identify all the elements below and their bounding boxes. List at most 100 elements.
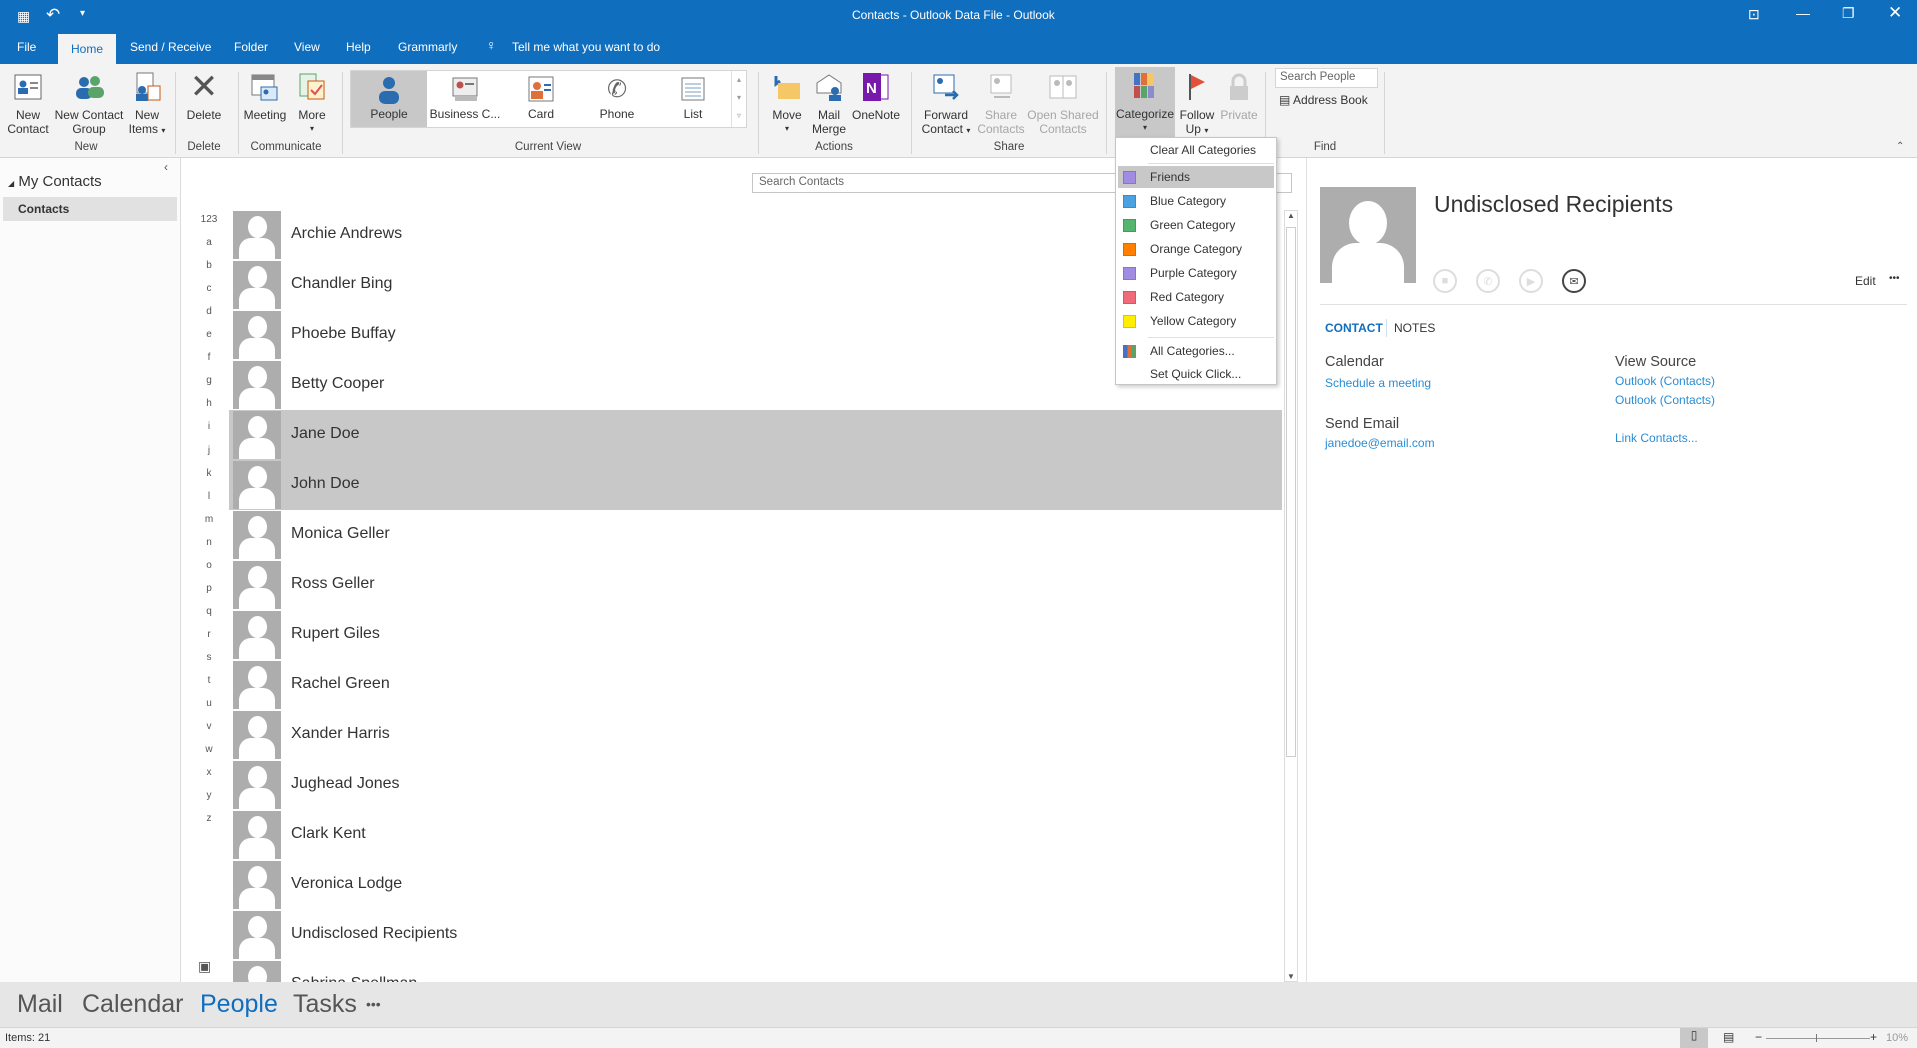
contact-name: Rachel Green [291, 675, 390, 692]
contact-name: Xander Harris [291, 725, 390, 742]
avatar [233, 911, 281, 959]
menu-item-clear-all-categories[interactable]: Clear All Categories [1118, 139, 1274, 161]
label: Blue Category [1150, 194, 1227, 208]
nav-people[interactable]: People [200, 990, 278, 1019]
contact-row[interactable]: Rachel Green [229, 660, 1282, 710]
contact-row[interactable]: Veronica Lodge [229, 860, 1282, 910]
im-icon[interactable]: ■ [1433, 269, 1457, 293]
zoom-level[interactable]: 10% [1886, 1032, 1908, 1044]
zoom-out-button[interactable]: − [1755, 1030, 1762, 1044]
tab-notes[interactable]: NOTES [1394, 321, 1435, 335]
contact-row[interactable]: Sabrina Spellman [229, 960, 1282, 982]
more-options-button[interactable]: ••• [1889, 273, 1900, 284]
contact-row[interactable]: Xander Harris [229, 710, 1282, 760]
email-icon[interactable]: ✉ [1562, 269, 1586, 293]
category-color-swatch [1123, 195, 1136, 208]
address-book-online-icon[interactable]: ▣ [198, 958, 211, 975]
contact-row[interactable]: Clark Kent [229, 810, 1282, 860]
zoom-slider-handle[interactable] [1816, 1034, 1817, 1042]
menu-item-all-categories[interactable]: All Categories... [1118, 340, 1274, 362]
nav-calendar[interactable]: Calendar [82, 990, 183, 1019]
nav-more-button[interactable]: ••• [366, 996, 381, 1012]
contact-row[interactable]: Rupert Giles [229, 610, 1282, 660]
email-link[interactable]: janedoe@email.com [1325, 436, 1435, 450]
contact-photo [1320, 187, 1416, 283]
avatar [233, 411, 281, 459]
restore-icon[interactable]: ❐ [1842, 5, 1855, 22]
call-icon[interactable]: ✆ [1476, 269, 1500, 293]
label: Yellow Category [1150, 314, 1237, 328]
source-link[interactable]: Outlook (Contacts) [1615, 374, 1715, 388]
divider [1148, 337, 1274, 338]
contact-row[interactable]: Jane Doe [229, 410, 1282, 460]
contact-name: John Doe [291, 475, 360, 492]
avatar [233, 311, 281, 359]
contact-row[interactable]: Monica Geller [229, 510, 1282, 560]
menu-item-category[interactable]: Orange Category [1118, 238, 1274, 260]
source-link[interactable]: Outlook (Contacts) [1615, 393, 1715, 407]
video-icon[interactable]: ▶ [1519, 269, 1543, 293]
label: Red Category [1150, 290, 1225, 304]
contact-name: Jughead Jones [291, 775, 400, 792]
avatar [233, 561, 281, 609]
contact-row[interactable]: John Doe [229, 460, 1282, 510]
normal-view-icon[interactable]: ▯ [1680, 1028, 1708, 1048]
collapse-ribbon-icon[interactable]: ⌃ [1896, 141, 1904, 152]
navigation-bar: Mail Calendar People Tasks ••• [0, 982, 1917, 1027]
menu-item-category[interactable]: Purple Category [1118, 262, 1274, 284]
ribbon-display-options-icon[interactable]: ⊡ [1748, 6, 1760, 23]
contact-list-scrollbar[interactable]: ▲ ▼ [1284, 210, 1298, 982]
status-bar: Items: 21 ▯ ▤ − + 10% [0, 1027, 1917, 1048]
tab-contact[interactable]: CONTACT [1325, 321, 1383, 335]
contact-row[interactable]: Jughead Jones [229, 760, 1282, 810]
avatar [233, 961, 281, 982]
avatar [233, 811, 281, 859]
label: All Categories... [1150, 344, 1235, 358]
contact-name: Monica Geller [291, 525, 390, 542]
link-contacts-link[interactable]: Link Contacts... [1615, 431, 1698, 445]
divider [1384, 72, 1385, 154]
zoom-in-button[interactable]: + [1870, 1030, 1877, 1044]
contact-name: Ross Geller [291, 575, 375, 592]
category-color-swatch [1123, 243, 1136, 256]
nav-tasks[interactable]: Tasks [293, 990, 357, 1019]
group-label-find: Find [1313, 141, 1337, 153]
label: Green Category [1150, 218, 1236, 232]
contact-name: Betty Cooper [291, 375, 385, 392]
schedule-meeting-link[interactable]: Schedule a meeting [1325, 376, 1431, 390]
reading-view-icon[interactable]: ▤ [1723, 1030, 1734, 1044]
scroll-down-icon[interactable]: ▼ [1285, 972, 1297, 981]
contact-row[interactable]: Ross Geller [229, 560, 1282, 610]
all-categories-icon [1123, 345, 1136, 358]
menu-item-category[interactable]: Friends [1118, 166, 1274, 188]
scrollbar-thumb[interactable] [1286, 227, 1296, 757]
avatar [233, 611, 281, 659]
contact-name: Phoebe Buffay [291, 325, 396, 342]
view-source-label: View Source [1615, 354, 1697, 370]
close-icon[interactable]: ✕ [1888, 3, 1902, 23]
avatar [233, 661, 281, 709]
nav-mail[interactable]: Mail [17, 990, 63, 1019]
menu-item-category[interactable]: Blue Category [1118, 190, 1274, 212]
divider [1386, 319, 1387, 337]
menu-item-set-quick-click[interactable]: Set Quick Click... [1118, 363, 1274, 385]
minimize-icon[interactable]: — [1796, 5, 1810, 21]
zoom-slider[interactable] [1766, 1038, 1870, 1039]
scroll-up-icon[interactable]: ▲ [1285, 211, 1297, 220]
pane-divider [1306, 158, 1307, 982]
menu-item-category[interactable]: Green Category [1118, 214, 1274, 236]
contact-name: Veronica Lodge [291, 875, 403, 892]
avatar [233, 461, 281, 509]
avatar [233, 761, 281, 809]
contact-name: Sabrina Spellman [291, 975, 417, 982]
menu-item-category[interactable]: Red Category [1118, 286, 1274, 308]
contact-row[interactable]: Undisclosed Recipients [229, 910, 1282, 960]
calendar-label: Calendar [1325, 354, 1384, 370]
contact-name: Chandler Bing [291, 275, 393, 292]
category-color-swatch [1123, 291, 1136, 304]
category-color-swatch [1123, 219, 1136, 232]
edit-button[interactable]: Edit [1855, 274, 1876, 288]
contact-name: Undisclosed Recipients [291, 925, 458, 942]
categorize-menu: Clear All Categories Friends Blue Categor… [1115, 137, 1277, 385]
menu-item-category[interactable]: Yellow Category [1118, 310, 1274, 332]
